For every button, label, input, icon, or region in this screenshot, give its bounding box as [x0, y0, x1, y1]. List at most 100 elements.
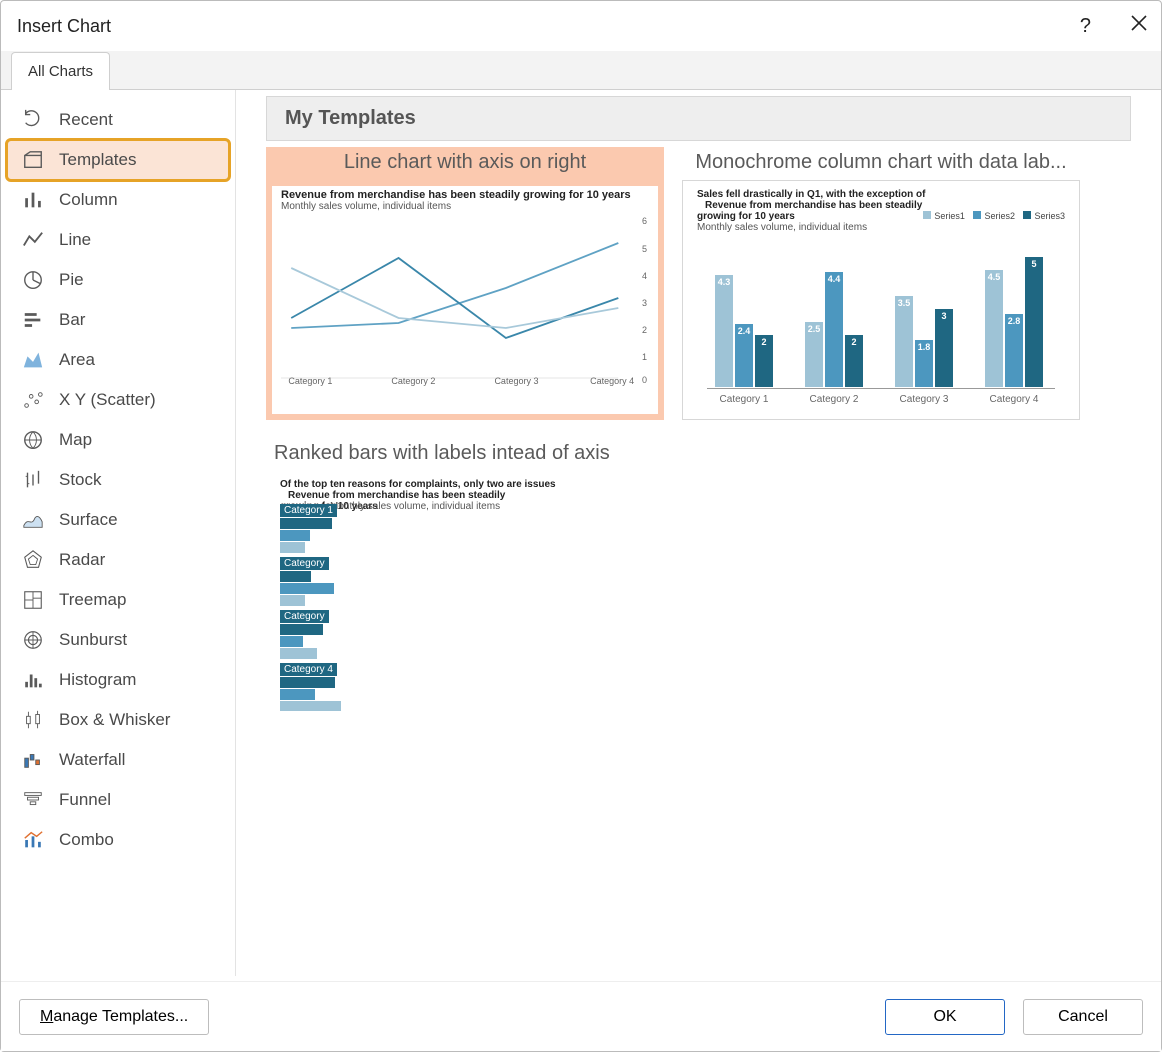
sidebar-item-pie[interactable]: Pie [7, 260, 229, 300]
xcat: Category 3 [494, 376, 538, 386]
dialog-footer: Manage Templates... OK Cancel [1, 981, 1161, 1051]
line-icon [21, 228, 45, 252]
sidebar-item-sunburst[interactable]: Sunburst [7, 620, 229, 660]
data-label: 2.8 [1008, 316, 1021, 326]
legend-label: Series1 [934, 211, 965, 221]
thumb-subheading: Monthly sales volume, individual items [330, 501, 500, 512]
template-card-line[interactable]: Line chart with axis on right Revenue fr… [266, 147, 664, 420]
data-label: 5 [1031, 259, 1036, 269]
sidebar-item-templates[interactable]: Templates [7, 140, 229, 180]
legend: Series1 Series2 Series3 [923, 211, 1065, 222]
data-label: 2 [761, 337, 766, 347]
sidebar-item-label: Pie [59, 270, 84, 290]
stock-icon [21, 468, 45, 492]
data-label: 4.5 [988, 272, 1001, 282]
sidebar-item-label: Box & Whisker [59, 710, 170, 730]
sidebar-item-surface[interactable]: Surface [7, 500, 229, 540]
main-header: My Templates [266, 96, 1131, 141]
manage-label-rest: anage Templates... [53, 1008, 188, 1025]
sidebar-item-label: Treemap [59, 590, 126, 610]
sunburst-icon [21, 628, 45, 652]
template-title: Monochrome column chart with data lab... [682, 147, 1080, 180]
dialog-title: Insert Chart [17, 16, 111, 37]
waterfall-icon [21, 748, 45, 772]
bar-label: Category [280, 557, 329, 570]
templates-icon [21, 148, 45, 172]
data-label: 4.3 [718, 277, 731, 287]
sidebar-item-radar[interactable]: Radar [7, 540, 229, 580]
help-button[interactable]: ? [1080, 15, 1091, 38]
sidebar-item-label: Bar [59, 310, 85, 330]
bar-label: Category 4 [280, 663, 337, 676]
ytick: 2 [642, 325, 647, 335]
funnel-icon [21, 788, 45, 812]
column-icon [21, 188, 45, 212]
xcat: Category 1 [288, 376, 332, 386]
map-icon [21, 428, 45, 452]
thumb-line-chart: 6 5 4 3 2 1 0 Category 1 Category 2 Cate… [281, 218, 649, 388]
sidebar-item-label: Radar [59, 550, 105, 570]
template-thumb-line: Revenue from merchandise has been steadi… [266, 180, 664, 420]
xcat: Category 2 [391, 376, 435, 386]
sidebar-item-line[interactable]: Line [7, 220, 229, 260]
template-card-column[interactable]: Monochrome column chart with data lab...… [682, 147, 1080, 420]
template-title: Ranked bars with labels intead of axis [266, 438, 664, 471]
underline-char: M [40, 1008, 53, 1025]
data-label: 1.8 [918, 342, 931, 352]
sidebar-item-column[interactable]: Column [7, 180, 229, 220]
template-thumb-column: Sales fell drastically in Q1, with the e… [682, 180, 1080, 420]
sidebar-item-label: Histogram [59, 670, 136, 690]
sidebar-item-label: Surface [59, 510, 118, 530]
bar-label: Category [280, 610, 329, 623]
template-card-rankedbars[interactable]: Ranked bars with labels intead of axis O… [266, 438, 664, 711]
sidebar-item-recent[interactable]: Recent [7, 100, 229, 140]
thumb-heading3: growing for 10 years [697, 211, 795, 222]
sidebar-item-label: Funnel [59, 790, 111, 810]
sidebar-item-label: Column [59, 190, 118, 210]
thumb-heading: Revenue from merchandise has been steadi… [281, 189, 649, 201]
data-label: 2.4 [738, 326, 751, 336]
chart-type-sidebar: Recent Templates Column Line Pie Bar Are… [1, 90, 236, 976]
close-button[interactable] [1129, 13, 1149, 39]
sidebar-item-treemap[interactable]: Treemap [7, 580, 229, 620]
main-panel: My Templates Line chart with axis on rig… [236, 90, 1161, 976]
data-label: 2.5 [808, 324, 821, 334]
legend-label: Series3 [1034, 211, 1065, 221]
data-label: 3 [941, 311, 946, 321]
sidebar-item-boxwhisker[interactable]: Box & Whisker [7, 700, 229, 740]
manage-templates-button[interactable]: Manage Templates... [19, 999, 209, 1035]
sidebar-item-waterfall[interactable]: Waterfall [7, 740, 229, 780]
thumb-subheading: Monthly sales volume, individual items [697, 222, 1065, 233]
sidebar-item-label: Recent [59, 110, 113, 130]
sidebar-item-histogram[interactable]: Histogram [7, 660, 229, 700]
pie-icon [21, 268, 45, 292]
thumb-subheading: Monthly sales volume, individual items [281, 201, 649, 212]
tab-all-charts[interactable]: All Charts [11, 52, 110, 90]
sidebar-item-scatter[interactable]: X Y (Scatter) [7, 380, 229, 420]
sidebar-item-combo[interactable]: Combo [7, 820, 229, 860]
sidebar-item-map[interactable]: Map [7, 420, 229, 460]
sidebar-item-funnel[interactable]: Funnel [7, 780, 229, 820]
bar-label: Category 1 [280, 504, 337, 517]
thumb-column-chart: 4.3 2.4 2 Category 1 2.5 4.4 2 Category … [697, 239, 1065, 409]
sidebar-item-area[interactable]: Area [7, 340, 229, 380]
data-label: 4.4 [828, 274, 841, 284]
sidebar-item-label: X Y (Scatter) [59, 390, 156, 410]
sidebar-item-label: Stock [59, 470, 102, 490]
sidebar-item-label: Templates [59, 150, 136, 170]
template-thumb-rankedbars: Of the top ten reasons for complaints, o… [266, 471, 664, 711]
ytick: 0 [642, 375, 647, 385]
xcat: Category 3 [891, 394, 957, 405]
xcat: Category 1 [711, 394, 777, 405]
sidebar-item-stock[interactable]: Stock [7, 460, 229, 500]
ok-button[interactable]: OK [885, 999, 1005, 1035]
sidebar-item-label: Area [59, 350, 95, 370]
thumb-heading: Of the top ten reasons for complaints, o… [280, 479, 650, 490]
xcat: Category 2 [801, 394, 867, 405]
ytick: 4 [642, 271, 647, 281]
sidebar-item-bar[interactable]: Bar [7, 300, 229, 340]
templates-grid: Line chart with axis on right Revenue fr… [266, 147, 1131, 711]
cancel-button[interactable]: Cancel [1023, 999, 1143, 1035]
data-label: 2 [851, 337, 856, 347]
ytick: 5 [642, 244, 647, 254]
